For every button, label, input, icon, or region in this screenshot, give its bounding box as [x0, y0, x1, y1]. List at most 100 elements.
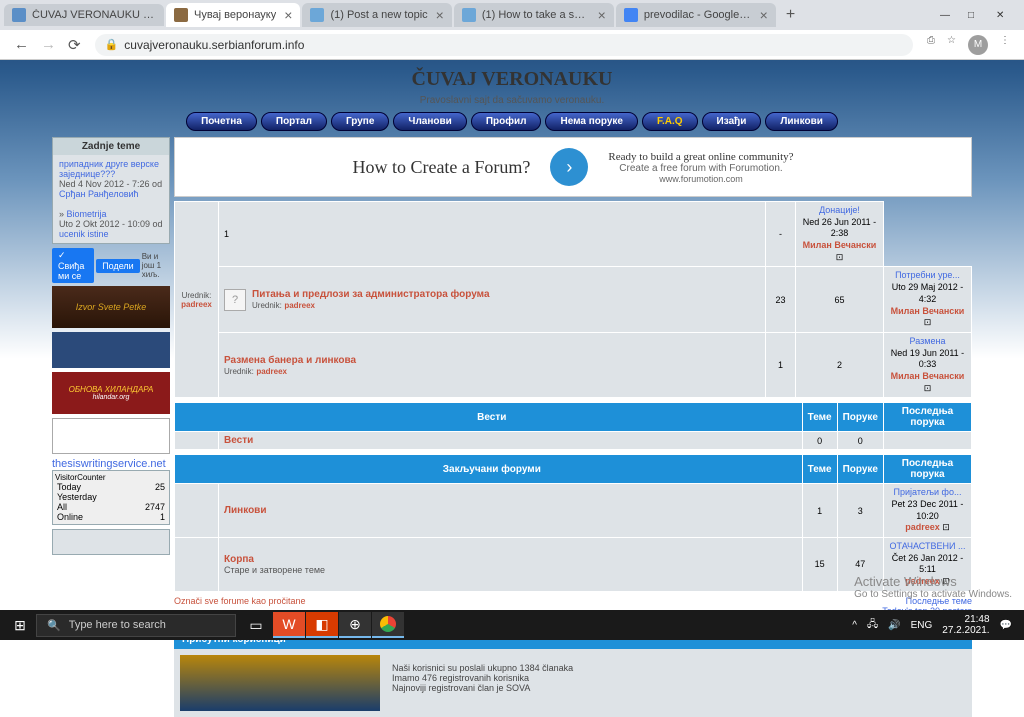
fb-share-button[interactable]: Подели [96, 259, 140, 273]
tray-clock[interactable]: 21:48 27.2.2021. [942, 614, 989, 636]
task-app-1[interactable]: W [273, 612, 305, 638]
banner-hilandar[interactable]: ОБНОВА ХИЛАНДАРА hilandar.org [52, 372, 170, 414]
close-icon[interactable]: × [760, 7, 768, 23]
nav-profile[interactable]: Профил [471, 112, 542, 131]
goto-icon[interactable]: ⊡ [924, 383, 932, 393]
nav-home[interactable]: Почетна [186, 112, 257, 131]
browser-tab-4[interactable]: prevodilac - Google претрага × [616, 3, 776, 27]
nav-members[interactable]: Чланови [393, 112, 466, 131]
tab-title: Чувај веронауку [194, 9, 276, 21]
watermark-title: Activate Windows [854, 574, 1012, 589]
topic-link[interactable]: Biometrija [67, 209, 107, 219]
goto-icon[interactable]: ⊡ [924, 317, 932, 327]
empty-widget [52, 529, 170, 555]
forum-icon: ? [224, 289, 246, 311]
banner-izvor[interactable]: Izvor Svete Petke [52, 286, 170, 328]
close-icon[interactable]: × [284, 7, 292, 23]
tray-lang[interactable]: ENG [911, 620, 933, 631]
task-app-2[interactable]: ◧ [306, 612, 338, 638]
last-user[interactable]: padreex [905, 522, 940, 532]
mod-name[interactable]: padreex [256, 367, 287, 376]
forum-row[interactable]: Корпа Старе и затворене теме 15 47 ОТАЧА… [175, 538, 972, 592]
cast-icon[interactable]: ⎙ [927, 35, 935, 55]
last-user[interactable]: Милан Вечански [803, 240, 877, 250]
last-date: Uto 29 Maj 2012 - 4:32 [892, 282, 964, 304]
task-chrome[interactable] [372, 612, 404, 638]
search-placeholder: Type here to search [69, 619, 166, 631]
nav-faq[interactable]: F.A.Q [642, 112, 698, 131]
minimize-button[interactable]: — [940, 10, 952, 21]
forum-name[interactable]: Размена банера и линкова [224, 355, 760, 366]
banner-2[interactable] [52, 332, 170, 368]
last-topic[interactable]: Пријатељи фо... [894, 487, 962, 497]
forum-row[interactable]: Urednik: padreex 1 - Донације! Ned 26 Ju… [175, 202, 972, 267]
profile-avatar[interactable]: M [968, 35, 988, 55]
reload-button[interactable]: ⟳ [62, 36, 87, 54]
topic-link[interactable]: припадник друге верске заједнице??? [59, 159, 163, 179]
forward-button[interactable]: → [35, 36, 62, 53]
nav-messages[interactable]: Нема поруке [545, 112, 638, 131]
forum-row[interactable]: Вести 0 0 [175, 432, 972, 450]
close-button[interactable]: ✕ [996, 10, 1008, 21]
forum-row[interactable]: Размена банера и линкова Urednik: padree… [175, 332, 972, 397]
tray-volume-icon[interactable]: 🔊 [888, 620, 900, 631]
moderator-name[interactable]: padreex [180, 300, 213, 309]
promo-banner[interactable]: How to Create a Forum? › Ready to build … [174, 137, 972, 197]
vc-value: 1 [160, 512, 165, 522]
star-icon[interactable]: ☆ [947, 35, 956, 55]
last-topic[interactable]: Донације! [819, 205, 860, 215]
topic-user[interactable]: Срђан Ранђеловић [59, 189, 139, 199]
browser-tab-1-active[interactable]: Чувај веронауку × [166, 3, 300, 27]
category-header[interactable]: Закључани форуми Теме Поруке Последња по… [175, 455, 972, 484]
forum-name[interactable]: Вести [224, 435, 797, 446]
browser-tab-0[interactable]: ČUVAJ VERONAUKU - Welcome × [4, 4, 164, 26]
menu-icon[interactable]: ⋮ [1000, 35, 1010, 55]
maximize-button[interactable]: □ [968, 10, 980, 21]
fb-like-button[interactable]: ✓ Свиђа ми се [52, 248, 94, 283]
col-last: Последња порука [884, 403, 972, 432]
forum-name[interactable]: Питања и предлози за администратора фору… [252, 289, 490, 300]
category-header[interactable]: Вести Теме Поруке Последња порука [175, 403, 972, 432]
browser-tab-2[interactable]: (1) Post a new topic × [302, 3, 451, 27]
close-icon[interactable]: × [436, 7, 444, 23]
last-date: Ned 19 Jun 2011 - 0:33 [891, 348, 964, 370]
vc-label: Yesterday [57, 492, 97, 502]
tray-network-icon[interactable]: 🖧 [867, 617, 878, 634]
mod-name[interactable]: padreex [284, 301, 315, 310]
last-user[interactable]: Милан Вечански [891, 306, 965, 316]
sponsor-link[interactable]: thesiswritingservice.net [52, 458, 170, 470]
address-bar[interactable]: 🔒 cuvajveronauku.serbianforum.info [95, 34, 913, 56]
last-topic[interactable]: ОТАЧАСТВЕНИ ... [890, 541, 966, 551]
task-view-icon[interactable]: ▭ [240, 612, 272, 638]
topic-user[interactable]: ucenik istine [59, 229, 109, 239]
last-topic[interactable]: Потребни уре... [895, 270, 960, 280]
tray-chevron-icon[interactable]: ^ [852, 620, 857, 631]
close-icon[interactable]: × [598, 7, 606, 23]
time: 21:48 [942, 614, 989, 625]
stats-line: Naši korisnici su poslali ukupno 1384 čl… [392, 663, 573, 673]
nav-links[interactable]: Линкови [765, 112, 837, 131]
forum-row[interactable]: Линкови 1 3 Пријатељи фо... Pet 23 Dec 2… [175, 484, 972, 538]
browser-tab-3[interactable]: (1) How to take a screenshot? × [454, 3, 614, 27]
taskbar-search[interactable]: 🔍 Type here to search [36, 614, 236, 637]
goto-icon[interactable]: ⊡ [942, 522, 950, 532]
last-user[interactable]: Милан Вечански [891, 371, 965, 381]
nav-logout[interactable]: Изађи [702, 112, 762, 131]
new-tab-button[interactable]: + [778, 2, 803, 28]
url-text: cuvajveronauku.serbianforum.info [124, 38, 304, 52]
forum-name[interactable]: Линкови [224, 505, 797, 516]
back-button[interactable]: ← [8, 36, 35, 53]
nav-portal[interactable]: Портал [261, 112, 327, 131]
goto-icon[interactable]: ⊡ [836, 252, 844, 262]
forum-row[interactable]: ? Питања и предлози за администратора фо… [175, 267, 972, 332]
date: 27.2.2021. [942, 625, 989, 636]
tray-notifications-icon[interactable]: 💬 [1000, 620, 1012, 631]
start-button[interactable]: ⊞ [4, 612, 36, 638]
task-app-3[interactable]: ⊕ [339, 612, 371, 638]
last-topic[interactable]: Размена [910, 336, 946, 346]
nav-groups[interactable]: Групе [331, 112, 389, 131]
banner-4[interactable] [52, 418, 170, 454]
present-image [180, 655, 380, 711]
activate-windows-watermark: Activate Windows Go to Settings to activ… [854, 574, 1012, 600]
forum-name[interactable]: Корпа [224, 554, 797, 565]
